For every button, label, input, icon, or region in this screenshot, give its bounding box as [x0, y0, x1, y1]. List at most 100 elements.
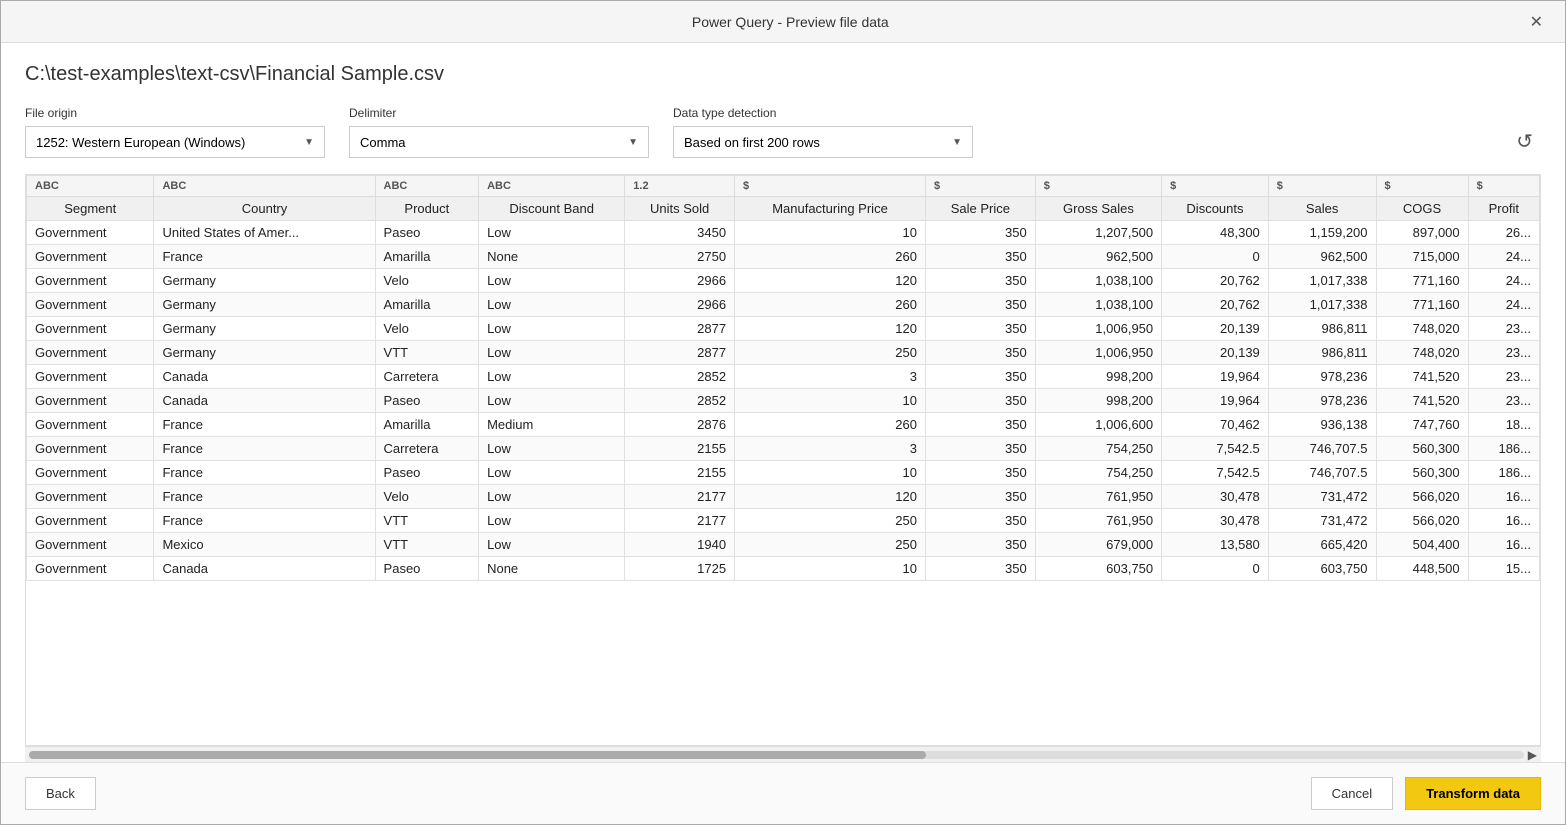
- table-cell: Germany: [154, 341, 375, 365]
- table-cell: Germany: [154, 269, 375, 293]
- table-cell: 936,138: [1268, 413, 1376, 437]
- table-cell: 350: [925, 533, 1035, 557]
- table-cell: 23...: [1468, 389, 1539, 413]
- table-cell: France: [154, 245, 375, 269]
- table-cell: 0: [1162, 557, 1269, 581]
- table-cell: 26...: [1468, 221, 1539, 245]
- table-cell: Low: [479, 533, 625, 557]
- table-cell: 350: [925, 557, 1035, 581]
- table-cell: 1,159,200: [1268, 221, 1376, 245]
- table-cell: Low: [479, 509, 625, 533]
- table-cell: Government: [27, 413, 154, 437]
- table-cell: 260: [735, 293, 926, 317]
- table-cell: 7,542.5: [1162, 461, 1269, 485]
- table-cell: 741,520: [1376, 389, 1468, 413]
- delimiter-group: Delimiter Comma ▼: [349, 106, 649, 158]
- table-cell: 986,811: [1268, 341, 1376, 365]
- table-cell: 962,500: [1035, 245, 1161, 269]
- table-row: GovernmentUnited States of Amer...PaseoL…: [27, 221, 1540, 245]
- column-name: Country: [154, 197, 374, 220]
- transform-button[interactable]: Transform data: [1405, 777, 1541, 810]
- table-cell: 10: [735, 461, 926, 485]
- table-cell: 20,139: [1162, 341, 1269, 365]
- table-cell: 24...: [1468, 269, 1539, 293]
- file-origin-group: File origin 1252: Western European (Wind…: [25, 106, 325, 158]
- column-type-icon: $: [1036, 176, 1161, 197]
- table-cell: 679,000: [1035, 533, 1161, 557]
- table-row: GovernmentGermanyAmarillaLow29662603501,…: [27, 293, 1540, 317]
- cancel-button[interactable]: Cancel: [1311, 777, 1393, 810]
- scrollbar-thumb[interactable]: [29, 751, 926, 759]
- table-cell: 186...: [1468, 461, 1539, 485]
- table-cell: 748,020: [1376, 341, 1468, 365]
- table-cell: 7,542.5: [1162, 437, 1269, 461]
- column-header-sales: $Sales: [1268, 176, 1376, 221]
- table-cell: 10: [735, 389, 926, 413]
- table-cell: 1,038,100: [1035, 293, 1161, 317]
- table-cell: 30,478: [1162, 509, 1269, 533]
- table-cell: 747,760: [1376, 413, 1468, 437]
- scroll-right-arrow[interactable]: ▶: [1528, 748, 1537, 762]
- column-type-icon: ABC: [27, 176, 153, 197]
- table-cell: 448,500: [1376, 557, 1468, 581]
- table-cell: 48,300: [1162, 221, 1269, 245]
- table-cell: Government: [27, 365, 154, 389]
- table-cell: 250: [735, 341, 926, 365]
- table-row: GovernmentGermanyVeloLow29661203501,038,…: [27, 269, 1540, 293]
- delimiter-dropdown[interactable]: Comma ▼: [349, 126, 649, 158]
- column-name: Gross Sales: [1036, 197, 1161, 220]
- horizontal-scrollbar[interactable]: ▶: [25, 746, 1541, 762]
- table-cell: 350: [925, 389, 1035, 413]
- table-cell: 350: [925, 269, 1035, 293]
- column-type-icon: $: [1162, 176, 1268, 197]
- table-cell: Velo: [375, 269, 479, 293]
- table-cell: 350: [925, 413, 1035, 437]
- table-cell: 1,006,950: [1035, 317, 1161, 341]
- table-cell: Velo: [375, 485, 479, 509]
- data-type-arrow-icon: ▼: [952, 137, 962, 148]
- table-cell: 16...: [1468, 485, 1539, 509]
- table-cell: 19,964: [1162, 365, 1269, 389]
- delimiter-label: Delimiter: [349, 106, 649, 120]
- table-cell: 2177: [625, 485, 735, 509]
- table-cell: Government: [27, 485, 154, 509]
- table-cell: Velo: [375, 317, 479, 341]
- table-cell: Low: [479, 269, 625, 293]
- table-cell: United States of Amer...: [154, 221, 375, 245]
- table-cell: France: [154, 413, 375, 437]
- table-cell: 350: [925, 437, 1035, 461]
- table-cell: 603,750: [1035, 557, 1161, 581]
- table-cell: Government: [27, 245, 154, 269]
- table-cell: Government: [27, 389, 154, 413]
- table-cell: Germany: [154, 293, 375, 317]
- table-cell: 1,017,338: [1268, 293, 1376, 317]
- back-button[interactable]: Back: [25, 777, 96, 810]
- table-cell: Government: [27, 461, 154, 485]
- table-cell: France: [154, 509, 375, 533]
- table-wrapper[interactable]: ABCSegmentABCCountryABCProductABCDiscoun…: [25, 174, 1541, 746]
- table-row: GovernmentCanadaPaseoLow285210350998,200…: [27, 389, 1540, 413]
- file-origin-dropdown[interactable]: 1252: Western European (Windows) ▼: [25, 126, 325, 158]
- table-cell: Germany: [154, 317, 375, 341]
- table-cell: 754,250: [1035, 437, 1161, 461]
- table-cell: 566,020: [1376, 485, 1468, 509]
- data-type-dropdown[interactable]: Based on first 200 rows ▼: [673, 126, 973, 158]
- column-header-discount-band: ABCDiscount Band: [479, 176, 625, 221]
- table-cell: Government: [27, 293, 154, 317]
- table-cell: 350: [925, 317, 1035, 341]
- table-cell: 15...: [1468, 557, 1539, 581]
- table-cell: Mexico: [154, 533, 375, 557]
- table-cell: Amarilla: [375, 413, 479, 437]
- table-cell: 186...: [1468, 437, 1539, 461]
- table-cell: 962,500: [1268, 245, 1376, 269]
- table-cell: Low: [479, 221, 625, 245]
- table-cell: Government: [27, 437, 154, 461]
- data-type-label: Data type detection: [673, 106, 973, 120]
- file-origin-label: File origin: [25, 106, 325, 120]
- table-cell: 10: [735, 221, 926, 245]
- refresh-button[interactable]: ↺: [1508, 125, 1541, 158]
- close-button[interactable]: ✕: [1524, 10, 1549, 34]
- table-cell: 731,472: [1268, 485, 1376, 509]
- column-header-segment: ABCSegment: [27, 176, 154, 221]
- table-cell: 24...: [1468, 293, 1539, 317]
